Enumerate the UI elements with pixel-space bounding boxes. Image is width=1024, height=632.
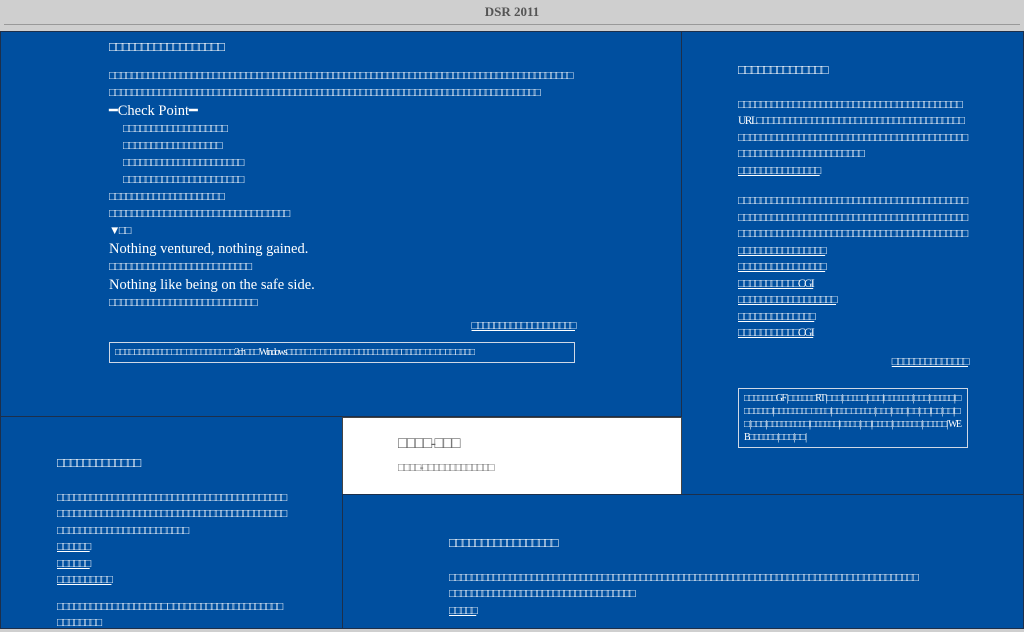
quote-translation: □□□□□□□□□□□□□□□□□□□□□□□□□□□ — [109, 296, 258, 309]
quote: Nothing ventured, nothing gained. — [109, 240, 309, 257]
link-item[interactable]: □□□□□□□□□□□□□□□□ — [738, 259, 827, 276]
about-link[interactable]: □□□□□□□□□□□□□□□ — [738, 163, 821, 180]
link-item[interactable]: □□□□□□□□□□□CGI — [738, 276, 815, 293]
info-text: □□□□□□□□□□□□□□□□□□□□ □□□□□□□□□□□□□□□□□□□… — [57, 600, 283, 630]
check-point-title: ━Check Point━ — [109, 102, 198, 119]
panel-title: □□□□□□□□□□□□□ — [57, 455, 141, 470]
text-line: □□□□□□□□□□□□□□□□□□□□□□□□□□□□□□□□□ — [109, 207, 290, 220]
notice-panel: □□□□□□□□□□□□□□□□□ □□□□□□□□□□□□□□□□□□□□□□… — [342, 494, 1024, 629]
info-panel: □□□□□□□□□□□□□ □□□□□□□□□□□□□□□□□□□□□□□□□□… — [0, 416, 343, 629]
more-link[interactable]: □□□□□□□□□□□□□□ — [892, 354, 970, 371]
panel-title: □□□□□□□□□□□□□□□□□ — [449, 535, 559, 550]
check-item: □□□□□□□□□□□□□□□□□□ — [123, 139, 223, 152]
site-subtitle: □□□□-□□□□□□□□□□□□□ — [398, 462, 494, 474]
quote: Nothing like being on the safe side. — [109, 276, 315, 293]
check-item: □□□□□□□□□□□□□□□□□□□□□□ — [123, 173, 244, 186]
link-item[interactable]: □□□□□□□□□□□CGI — [738, 325, 815, 342]
panel-title: □□□□□□□□□□□□□□ — [738, 62, 828, 77]
intro-panel: □□□□□□□□□□□□□□□□□□ □□□□□□□□□□□□□□□□□□□□□… — [0, 31, 682, 417]
site-title: DSR 2011 — [484, 4, 540, 19]
check-item: □□□□□□□□□□□□□□□□□□□□□□ — [123, 156, 244, 169]
tag-box[interactable]: □□□□ □□□□□□□□ □□□ □□□ □□□□□ □□ 2ch□□□ Wi… — [109, 342, 575, 363]
tag-box[interactable]: □□□□□□□GF | □□□□□□RT | □□□ | □□□□□ | □□□… — [738, 388, 968, 448]
link-item[interactable]: □□□□□□□□□□□□□□ — [738, 309, 816, 326]
about-text: □□□□□□□□□□□□□□□□□□□□□□□□□□□□□□□□□□□□□□□□… — [738, 195, 968, 240]
info-link[interactable]: □□□□□□ — [57, 556, 91, 573]
quote-translation: □□□□□□□□□□□□□□□□□□□□□□□□□□ — [109, 260, 252, 273]
toggle-link[interactable]: ▼□□ — [109, 223, 575, 240]
panel-title: □□□□□□□□□□□□□□□□□□ — [109, 39, 225, 54]
check-item: □□□□□□□□□□□□□□□□□□□ — [123, 122, 228, 135]
link-item[interactable]: □□□□□□□□□□□□□□□□□□ — [738, 292, 838, 309]
site-name-panel: □□□□-□□□ □□□□-□□□□□□□□□□□□□ — [342, 417, 682, 495]
text-line: □□□□□□□□□□□□□□□□□□□□□ — [109, 190, 225, 203]
notice-text: □□□□□□□□□□□□□□□□□□□□□□□□□□□□□□□□□□□□□□□□… — [449, 571, 919, 601]
intro-text: □□□□□□□□□□□□□□□□□□□□□□□□□□□□□□□□□□□□□□□□… — [109, 69, 573, 99]
link-item[interactable]: □□□□□□□□□□□□□□□□ — [738, 243, 827, 260]
info-link[interactable]: □□□□□□ — [57, 539, 91, 556]
about-text: □□□□□□□□□□□□□□□□□□□□□□□□□□□□□□□□□□□□□□□□… — [738, 98, 968, 161]
more-link[interactable]: □□□□□□□□□□□□□□□□□□□ — [472, 318, 577, 335]
about-panel: □□□□□□□□□□□□□□ □□□□□□□□□□□□□□□□□□□□□□□□□… — [681, 31, 1024, 495]
info-text: □□□□□□□□□□□□□□□□□□□□□□□□□□□□□□□□□□□□□□□□… — [57, 491, 287, 537]
site-name: □□□□-□□□ — [398, 435, 460, 452]
site-header: DSR 2011 — [0, 0, 1024, 30]
notice-link[interactable]: □□□□□ — [449, 603, 478, 620]
info-link[interactable]: □□□□□□□□□□ — [57, 572, 113, 589]
